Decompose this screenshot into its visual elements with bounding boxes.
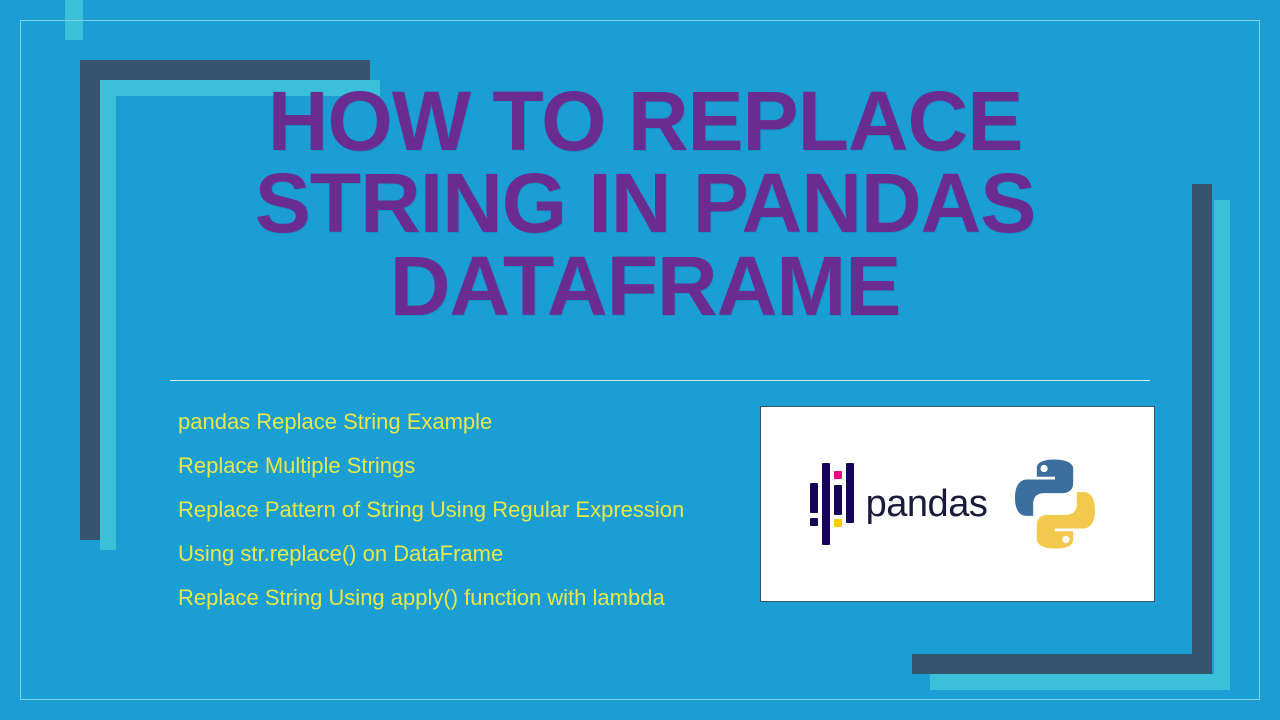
slide-title: HOW TO REPLACE STRING IN PANDAS DATAFRAM… — [140, 80, 1150, 327]
logo-panel: pandas — [760, 406, 1155, 602]
title-divider — [170, 380, 1150, 381]
bullet-item: pandas Replace String Example — [178, 400, 684, 444]
pandas-bars-icon — [810, 463, 852, 545]
bullet-list: pandas Replace String Example Replace Mu… — [178, 400, 684, 620]
bracket-bottom-right-cyan — [1214, 200, 1230, 690]
python-icon — [1005, 454, 1105, 554]
bracket-top-left-dark — [80, 60, 100, 540]
bracket-bottom-right-dark — [912, 654, 1212, 674]
bullet-item: Using str.replace() on DataFrame — [178, 532, 684, 576]
bracket-top-left-cyan — [100, 80, 116, 550]
pandas-logo: pandas — [810, 463, 988, 545]
bullet-item: Replace Multiple Strings — [178, 444, 684, 488]
pandas-wordmark: pandas — [866, 483, 988, 526]
bracket-bottom-right-cyan — [930, 674, 1230, 690]
bullet-item: Replace String Using apply() function wi… — [178, 576, 684, 620]
bracket-bottom-right-dark — [1192, 184, 1212, 674]
bullet-item: Replace Pattern of String Using Regular … — [178, 488, 684, 532]
